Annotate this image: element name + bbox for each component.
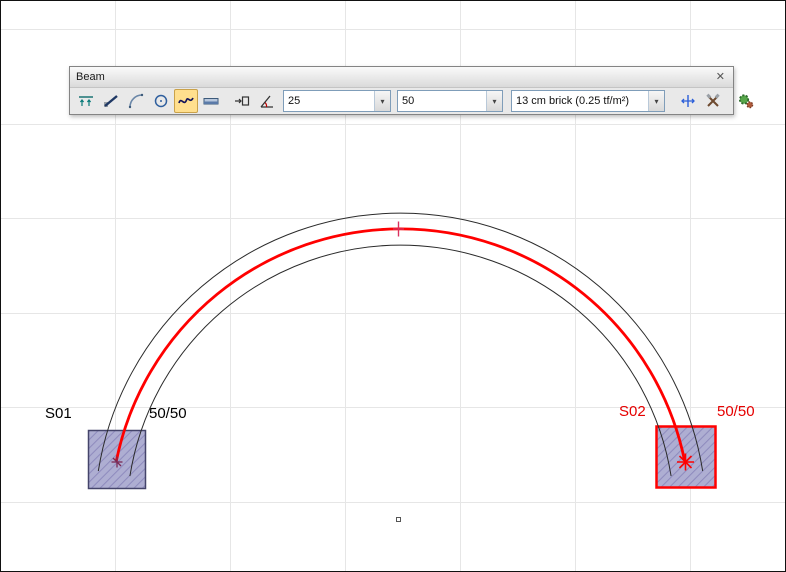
toolbar-right-group <box>676 89 759 113</box>
spline-beam-icon[interactable] <box>174 89 198 113</box>
toolbar-titlebar[interactable]: Beam ✕ <box>70 67 733 88</box>
settings-gears-icon[interactable] <box>734 89 758 113</box>
extrude-beam-icon[interactable] <box>230 89 254 113</box>
beam-axis-arc[interactable] <box>116 229 684 461</box>
inclined-beam-icon[interactable] <box>99 89 123 113</box>
beam-supports-icon[interactable] <box>74 89 98 113</box>
chevron-down-icon[interactable]: ▾ <box>648 91 664 111</box>
toolbar-title: Beam <box>76 71 105 83</box>
wall-material-value: 13 cm brick (0.25 tf/m²) <box>512 95 648 107</box>
beam-outer-edge <box>98 213 702 471</box>
close-icon[interactable]: ✕ <box>714 72 727 83</box>
beam-height-select[interactable]: 50 ▾ <box>397 90 503 112</box>
application-window: S01 50/50 S02 50/50 Beam ✕ <box>0 0 786 572</box>
tools-icon[interactable] <box>701 89 725 113</box>
label-s02: S02 <box>619 403 646 420</box>
beam-width-value: 25 <box>284 95 374 107</box>
label-s01: S01 <box>45 405 72 422</box>
beam-width-select[interactable]: 25 ▾ <box>283 90 391 112</box>
axis-constraint-icon[interactable] <box>676 89 700 113</box>
chevron-down-icon[interactable]: ▾ <box>486 91 502 111</box>
node-s02-selection-marker[interactable] <box>677 454 694 471</box>
beam-inner-edge <box>130 245 671 476</box>
label-s01-section: 50/50 <box>149 405 187 422</box>
wall-material-select[interactable]: 13 cm brick (0.25 tf/m²) ▾ <box>511 90 665 112</box>
arc-center-marker <box>397 518 401 522</box>
arc-beam-icon[interactable] <box>124 89 148 113</box>
beam-toolbar: Beam ✕ <box>69 66 734 115</box>
beam-profile-icon[interactable] <box>199 89 223 113</box>
chevron-down-icon[interactable]: ▾ <box>374 91 390 111</box>
angle-icon[interactable] <box>255 89 279 113</box>
label-s02-section: 50/50 <box>717 403 755 420</box>
circle-beam-icon[interactable] <box>149 89 173 113</box>
toolbar-button-row: 25 ▾ 50 ▾ 13 cm brick (0.25 tf/m²) ▾ <box>70 88 733 114</box>
arc-midpoint-marker[interactable] <box>393 222 404 237</box>
beam-height-value: 50 <box>398 95 486 107</box>
